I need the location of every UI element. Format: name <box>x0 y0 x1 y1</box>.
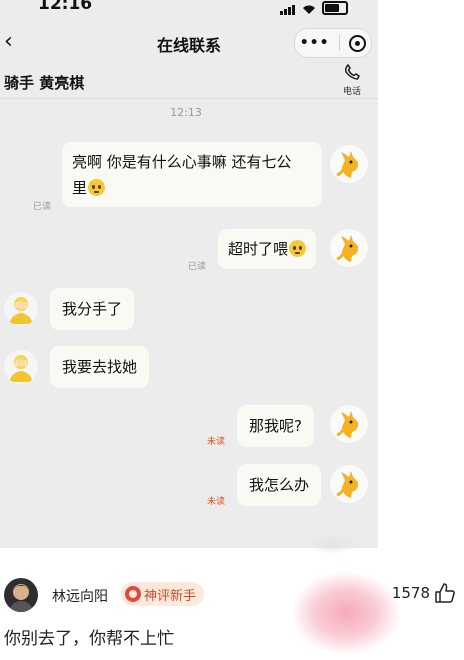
commenter-avatar[interactable] <box>4 578 38 612</box>
message-text: 里 <box>72 179 88 197</box>
capsule-divider <box>338 35 340 51</box>
message-text: 超时了喂 <box>228 240 289 258</box>
read-status: 已读 <box>33 202 52 212</box>
message-text: 我要去找她 <box>62 358 138 376</box>
kangaroo-avatar <box>330 465 368 503</box>
signal-icon <box>280 0 296 15</box>
nav-bar: ‹ 在线联系 ••• <box>0 28 378 60</box>
wifi-icon <box>303 5 315 14</box>
message-text: 那我呢? <box>249 417 302 435</box>
badge-label: 神评新手 <box>144 588 197 604</box>
message-text: 我分手了 <box>62 300 123 318</box>
message-bubble-sent: 超时了喂 <box>218 229 317 269</box>
rider-avatar <box>4 292 38 326</box>
rider-avatar <box>4 350 38 384</box>
kangaroo-avatar <box>330 145 368 183</box>
message-bubble-sent: 亮啊 你是有什么心事嘛 还有七公 里 <box>62 142 322 207</box>
status-bar: 12:16 <box>0 0 378 22</box>
chat-timestamp: 12:13 <box>170 106 202 119</box>
kangaroo-avatar <box>330 229 368 267</box>
unread-status: 未读 <box>207 437 226 447</box>
rider-name: 骑手 黄亮棋 <box>4 74 85 92</box>
unread-status: 未读 <box>207 497 226 507</box>
commenter-badge: 神评新手 <box>121 582 205 606</box>
badge-icon <box>125 586 141 602</box>
call-button[interactable]: 电话 <box>338 63 366 97</box>
header-divider <box>0 98 378 99</box>
target-icon[interactable] <box>349 34 367 52</box>
more-dots-icon[interactable]: ••• <box>300 35 330 51</box>
message-bubble-received: 我分手了 <box>50 288 135 330</box>
kangaroo-avatar <box>330 405 368 443</box>
status-time: 12:16 <box>38 0 93 14</box>
message-bubble-sent: 我怎么办 <box>237 464 322 506</box>
decorative-smudge <box>308 534 360 554</box>
message-text: 我怎么办 <box>249 476 310 494</box>
message-bubble-sent: 那我呢? <box>237 405 314 447</box>
pleading-face-emoji <box>88 179 106 196</box>
thumbs-up-icon[interactable] <box>434 582 456 604</box>
phone-icon <box>338 63 366 84</box>
blurred-sticker <box>292 572 400 654</box>
mini-program-capsule: ••• <box>294 28 372 58</box>
status-icons <box>280 0 348 15</box>
pleading-face-emoji <box>289 240 307 257</box>
like-count: 1578 <box>391 584 430 602</box>
comment-text: 你别去了，你帮不上忙 <box>4 629 174 649</box>
battery-icon <box>322 1 348 15</box>
chat-screen: 12:16 ‹ 在线联系 ••• 骑手 黄亮棋 电话 12:13 亮啊 你是有什… <box>0 0 378 548</box>
read-status: 已读 <box>188 262 207 272</box>
message-bubble-received: 我要去找她 <box>50 346 150 388</box>
commenter-name[interactable]: 林远向阳 <box>52 586 108 606</box>
call-label: 电话 <box>342 87 361 97</box>
message-text: 亮啊 你是有什么心事嘛 还有七公 <box>72 153 292 171</box>
